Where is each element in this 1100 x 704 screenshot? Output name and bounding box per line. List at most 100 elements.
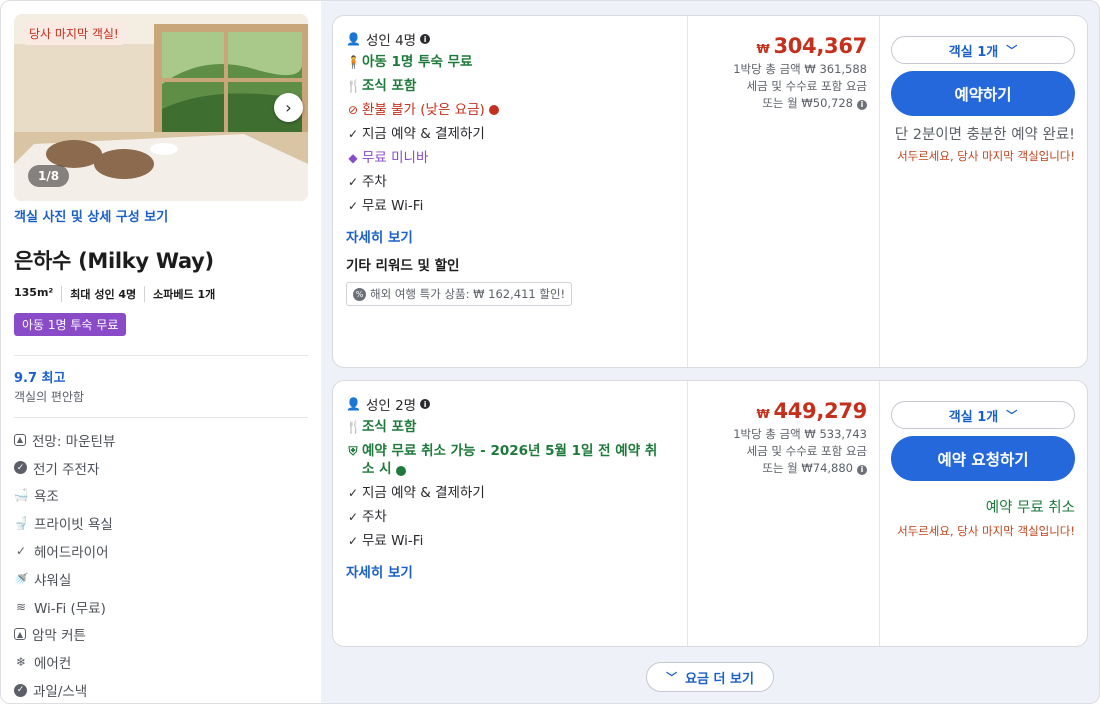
- check-icon: ✓: [347, 199, 359, 213]
- toilet-icon: 🚽: [13, 516, 29, 531]
- percent-icon: %: [353, 287, 366, 301]
- rate-features: 👤 성인 2명 i 🍴 조식 포함 ⛨ 예약 무료 취소 가능 - 2026년 5월…: [346, 393, 676, 581]
- room-rating: 9.7 최고: [14, 371, 66, 386]
- booking-message: 단 2분이면 충분한 예약 완료!: [894, 127, 1075, 143]
- check-icon: ✓: [347, 486, 359, 500]
- amenity-item: ✓ 전기 주전자: [14, 454, 308, 482]
- more-rates-button[interactable]: ﹀ 요금 더 보기: [646, 662, 774, 692]
- rate-feature: ⊘ 환불 불가 (낮은 요금) i: [346, 98, 676, 122]
- deal-badge: % 해외 여행 특가 상품: ₩ 162,411 할인!: [346, 282, 573, 306]
- price-tax-line: 세금 및 수수료 포함 요금: [746, 444, 867, 458]
- rate-features: 👤 성인 4명 i 🧍 아동 1명 투숙 무료 🍴 조식 포함 ⊘ 환불 불가 (낮은…: [346, 28, 676, 306]
- rate-feature: ✓ 주차: [347, 174, 387, 190]
- child-icon: 🧍: [346, 55, 361, 69]
- amenity-item: ✓ 헤어드라이어: [15, 544, 109, 562]
- room-rating-caption: 객실의 편안함: [14, 390, 85, 404]
- free-cancel-message: 예약 무료 취소: [985, 500, 1075, 516]
- shield-icon: ⛨: [348, 444, 358, 458]
- room-rate-panel: 당사 마지막 객실! › 1/8 객실 사진 및 상세 구성 보기 은하수 (M…: [0, 0, 1100, 704]
- room-info-panel: 당사 마지막 객실! › 1/8 객실 사진 및 상세 구성 보기 은하수 (M…: [1, 1, 321, 703]
- hurry-message: 서두르세요, 당사 마지막 객실입니다!: [897, 524, 1075, 538]
- details-link[interactable]: 자세히 보기: [346, 561, 676, 581]
- rate-price: ₩304,367 1박당 총 금액 ₩ 361,588 세금 및 수수료 포함 …: [687, 34, 867, 112]
- cutlery-icon: 🍴: [346, 79, 361, 93]
- kettle-icon: ✓: [14, 461, 27, 475]
- info-icon[interactable]: i: [488, 105, 499, 115]
- hurry-message: 서두르세요, 당사 마지막 객실입니다!: [897, 149, 1075, 163]
- person-icon: 👤: [346, 32, 361, 46]
- info-icon[interactable]: i: [395, 466, 406, 476]
- room-photo[interactable]: 당사 마지막 객실! › 1/8: [14, 14, 308, 201]
- rate-booking: 객실 1개 ﹀ 예약 요청하기 예약 무료 취소 서두르세요, 당사 마지막 객실…: [891, 401, 1075, 539]
- photo-counter: 1/8: [28, 165, 70, 187]
- price-amount: ₩449,279: [756, 399, 868, 423]
- shower-icon: 🚿: [13, 571, 29, 586]
- divider: [879, 16, 880, 367]
- room-bed: 소파베드 1개: [144, 286, 223, 302]
- child-free-badge: 아동 1명 투숙 무료: [14, 313, 127, 336]
- info-icon[interactable]: i: [857, 99, 867, 110]
- chevron-down-icon: ﹀: [1006, 409, 1018, 422]
- amenity-item: ✓ 과일/스낵: [14, 676, 308, 703]
- chevron-down-icon: ﹀: [1006, 44, 1018, 57]
- rate-feature: ✓ 지금 예약 & 결제하기: [347, 126, 485, 142]
- rate-price: ₩449,279 1박당 총 금액 ₩ 533,743 세금 및 수수료 포함 …: [687, 399, 867, 477]
- rooms-select[interactable]: 객실 1개 ﹀: [891, 36, 1075, 64]
- check-icon: ✓: [347, 127, 359, 141]
- amenity-item: 🛁 욕조: [13, 488, 59, 506]
- amenity-item: 🚽 프라이빗 욕실: [13, 516, 113, 534]
- room-max-occupancy: 최대 성인 4명: [61, 286, 144, 302]
- amenity-item: ❄ 에어컨: [15, 655, 72, 673]
- rate-feature: 🧍 아동 1명 투숙 무료: [346, 54, 473, 70]
- person-icon: 👤: [346, 397, 361, 411]
- rate-guests: 👤 성인 4명 i: [346, 28, 676, 50]
- divider: [879, 381, 880, 646]
- details-link[interactable]: 자세히 보기: [346, 226, 676, 246]
- check-icon: ✓: [347, 510, 359, 524]
- amenity-item: 🚿 샤워실: [13, 571, 72, 589]
- rate-feature: 🍴 조식 포함: [346, 78, 417, 94]
- next-photo-button[interactable]: ›: [274, 93, 303, 122]
- book-button[interactable]: 예약하기: [891, 71, 1075, 116]
- bathtub-icon: 🛁: [13, 488, 29, 503]
- divider: [14, 355, 308, 356]
- cutlery-icon: 🍴: [346, 420, 361, 434]
- price-monthly: 또는 월 ₩50,728 i: [687, 95, 867, 112]
- price-amount: ₩304,367: [756, 34, 868, 58]
- rate-guests: 👤 성인 2명 i: [346, 393, 676, 415]
- info-icon[interactable]: i: [857, 464, 867, 475]
- request-booking-button[interactable]: 예약 요청하기: [891, 436, 1075, 481]
- amenity-item: ▲ 암막 커튼: [14, 621, 308, 649]
- rate-feature: ◆ 무료 미니바: [346, 146, 676, 170]
- snack-icon: ✓: [14, 683, 27, 697]
- rate-booking: 객실 1개 ﹀ 예약하기 단 2분이면 충분한 예약 완료! 서두르세요, 당사 …: [891, 36, 1075, 164]
- rate-feature: ✓ 무료 Wi-Fi: [347, 198, 424, 214]
- room-photos-link[interactable]: 객실 사진 및 상세 구성 보기: [14, 206, 308, 225]
- wifi-icon: ≋: [15, 599, 27, 614]
- snowflake-icon: ❄: [15, 655, 27, 670]
- curtain-icon: ▲: [14, 628, 26, 641]
- other-rewards-title: 기타 리워드 및 할인: [346, 258, 460, 274]
- no-refund-icon: ⊘: [347, 103, 359, 117]
- price-monthly: 또는 월 ₩74,880 i: [687, 460, 867, 477]
- rate-feature: ✓ 무료 Wi-Fi: [347, 533, 424, 549]
- chevron-right-icon: ›: [285, 98, 292, 117]
- info-icon[interactable]: i: [420, 34, 431, 44]
- room-name: 은하수 (Milky Way): [14, 249, 214, 273]
- amenity-item: ≋ Wi-Fi (무료): [15, 599, 106, 617]
- diamond-icon: ◆: [348, 151, 358, 165]
- room-size: 135m²: [14, 286, 54, 299]
- divider: [14, 417, 308, 418]
- rate-feature: ✓ 지금 예약 & 결제하기: [347, 485, 485, 501]
- amenity-list: ▲ 전망: 마운틴뷰 ✓ 전기 주전자 🛁 욕조 🚽 프라이빗 욕실 ✓ 헤어드라이어 🚿…: [13, 426, 308, 703]
- price-tax-line: 세금 및 수수료 포함 요금: [746, 79, 867, 93]
- rate-card: 👤 성인 4명 i 🧍 아동 1명 투숙 무료 🍴 조식 포함 ⊘ 환불 불가 (낮은…: [332, 15, 1088, 368]
- rooms-select[interactable]: 객실 1개 ﹀: [891, 401, 1075, 429]
- last-room-badge: 당사 마지막 객실!: [23, 22, 125, 45]
- chevron-down-icon: ﹀: [666, 671, 678, 684]
- check-icon: ✓: [347, 175, 359, 189]
- price-total-line: 1박당 총 금액 ₩ 361,588: [733, 62, 867, 76]
- info-icon[interactable]: i: [420, 399, 431, 409]
- rate-feature: ⛨ 예약 무료 취소 가능 - 2026년 5월 1일 전 예약 취소 시i: [346, 439, 676, 481]
- check-icon: ✓: [347, 534, 359, 548]
